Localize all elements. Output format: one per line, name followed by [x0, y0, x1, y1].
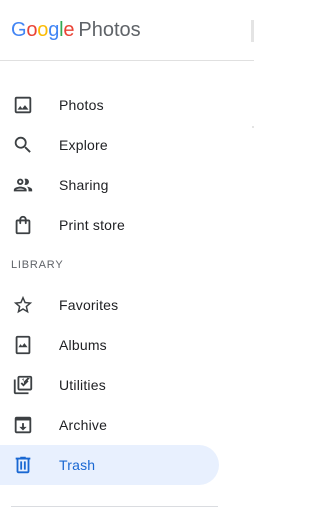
- google-wordmark: Google: [11, 18, 75, 42]
- content-edge-mark: [252, 126, 254, 128]
- shopping-bag-icon: [12, 214, 34, 236]
- archive-icon: [12, 414, 34, 436]
- nav-label: Photos: [59, 97, 104, 113]
- nav-item-utilities[interactable]: Utilities: [0, 365, 219, 405]
- logo-letter-o2: o: [37, 18, 49, 41]
- nav-item-trash[interactable]: Trash: [0, 445, 219, 485]
- nav-label: Explore: [59, 137, 108, 153]
- nav-label: Utilities: [59, 377, 106, 393]
- logo-letter-e: e: [63, 18, 75, 41]
- nav-label: Sharing: [59, 177, 109, 193]
- nav-item-albums[interactable]: Albums: [0, 325, 219, 365]
- star-icon: [12, 294, 34, 316]
- google-photos-logo[interactable]: Google Photos: [11, 16, 141, 44]
- nav-item-explore[interactable]: Explore: [0, 125, 219, 165]
- nav-item-print-store[interactable]: Print store: [0, 205, 219, 245]
- people-icon: [12, 174, 34, 196]
- logo-letter-o1: o: [26, 18, 38, 41]
- nav-label: Archive: [59, 417, 108, 433]
- header-divider: [0, 60, 254, 61]
- nav-label: Print store: [59, 217, 125, 233]
- logo-letter-g: G: [11, 18, 27, 41]
- photo-icon: [12, 94, 34, 116]
- album-icon: [12, 334, 34, 356]
- utilities-icon: [12, 374, 34, 396]
- nav-item-sharing[interactable]: Sharing: [0, 165, 219, 205]
- nav-item-photos[interactable]: Photos: [0, 85, 219, 125]
- nav-label: Trash: [59, 457, 96, 473]
- nav-label: Albums: [59, 337, 107, 353]
- search-icon: [12, 134, 34, 156]
- app-header: Google Photos: [0, 0, 254, 60]
- product-name: Photos: [78, 18, 141, 41]
- nav-item-favorites[interactable]: Favorites: [0, 285, 219, 325]
- section-divider: [11, 506, 218, 507]
- nav-item-archive[interactable]: Archive: [0, 405, 219, 445]
- content-edge-mark: [251, 20, 254, 42]
- navigation-drawer: Google Photos Photos Explore Sharing Pri…: [0, 0, 254, 520]
- library-section-label: LIBRARY: [11, 259, 64, 271]
- trash-icon: [12, 454, 34, 476]
- nav-label: Favorites: [59, 297, 119, 313]
- logo-letter-g2: g: [48, 18, 60, 41]
